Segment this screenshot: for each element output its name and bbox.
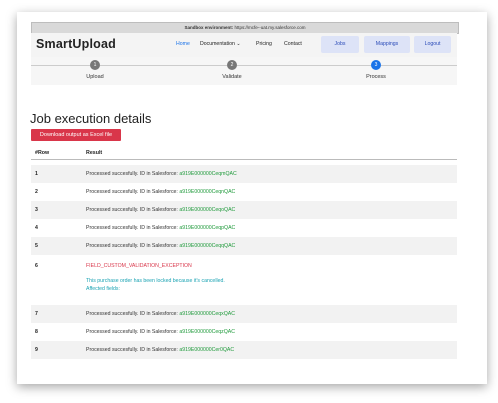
navbar: SmartUpload Home Documentation ⌄ Pricing… bbox=[31, 33, 457, 57]
page-title: Job execution details bbox=[30, 111, 152, 126]
result-text: Processed succesfully. ID in Salesforce: bbox=[86, 347, 178, 353]
nav-contact[interactable]: Contact bbox=[284, 41, 302, 47]
table-row-error: 6 FIELD_CUSTOM_VALIDATION_EXCEPTION This… bbox=[31, 255, 457, 305]
sandbox-url: https://mcfe--uat.my.salesforce.com bbox=[234, 25, 306, 30]
row-result: Processed succesfully. ID in Salesforce:… bbox=[86, 225, 235, 231]
error-affected-fields: Affected fields: bbox=[86, 286, 120, 292]
table-row: 1 Processed succesfully. ID in Salesforc… bbox=[31, 165, 457, 183]
step-3-label: Process bbox=[366, 74, 386, 80]
row-number: 8 bbox=[35, 329, 38, 335]
row-result: Processed succesfully. ID in Salesforce:… bbox=[86, 311, 235, 317]
nav-pricing[interactable]: Pricing bbox=[256, 41, 272, 47]
table-row: 9 Processed succesfully. ID in Salesforc… bbox=[31, 341, 457, 359]
step-2-circle: 2 bbox=[227, 60, 237, 70]
step-line bbox=[381, 65, 457, 66]
mappings-button[interactable]: Mappings bbox=[364, 36, 410, 53]
column-header-row: #Row bbox=[35, 150, 50, 156]
step-3-circle: 3 bbox=[371, 60, 381, 70]
row-number: 9 bbox=[35, 347, 38, 353]
result-text: Processed succesfully. ID in Salesforce: bbox=[86, 329, 178, 335]
row-result: Processed succesfully. ID in Salesforce:… bbox=[86, 347, 234, 353]
nav-documentation[interactable]: Documentation ⌄ bbox=[200, 41, 241, 47]
step-2-label: Validate bbox=[222, 74, 242, 80]
download-excel-button[interactable]: Download output as Excel file bbox=[31, 129, 121, 141]
salesforce-id-link[interactable]: a919E000000CeqxQAC bbox=[179, 311, 235, 317]
result-text: Processed succesfully. ID in Salesforce: bbox=[86, 243, 178, 249]
salesforce-id-link[interactable]: a919E000000CeqmQAC bbox=[179, 171, 236, 177]
result-text: Processed succesfully. ID in Salesforce: bbox=[86, 311, 178, 317]
step-line bbox=[31, 65, 90, 66]
chevron-down-icon: ⌄ bbox=[236, 41, 241, 47]
salesforce-id-link[interactable]: a919E000000Cer0QAC bbox=[179, 347, 234, 353]
nav-home[interactable]: Home bbox=[176, 41, 190, 47]
table-row: 5 Processed succesfully. ID in Salesforc… bbox=[31, 237, 457, 255]
table-row: 3 Processed succesfully. ID in Salesforc… bbox=[31, 201, 457, 219]
salesforce-id-link[interactable]: a919E000000CeqzQAC bbox=[179, 329, 235, 335]
error-message: This purchase order has been locked beca… bbox=[86, 278, 225, 284]
row-result: Processed succesfully. ID in Salesforce:… bbox=[86, 207, 235, 213]
sandbox-label: Sandbox environment: bbox=[184, 25, 234, 30]
table-row: 2 Processed succesfully. ID in Salesforc… bbox=[31, 183, 457, 201]
result-text: Processed succesfully. ID in Salesforce: bbox=[86, 207, 178, 213]
brand-logo[interactable]: SmartUpload bbox=[36, 37, 116, 51]
error-code: FIELD_CUSTOM_VALIDATION_EXCEPTION bbox=[86, 263, 192, 269]
logout-button[interactable]: Logout bbox=[414, 36, 451, 53]
step-1-label: Upload bbox=[86, 74, 104, 80]
progress-stepper: 1 2 3 Upload Validate Process bbox=[31, 57, 457, 85]
table-row: 4 Processed succesfully. ID in Salesforc… bbox=[31, 219, 457, 237]
row-result: Processed succesfully. ID in Salesforce:… bbox=[86, 243, 235, 249]
row-result: Processed succesfully. ID in Salesforce:… bbox=[86, 171, 237, 177]
salesforce-id-link[interactable]: a919E000000CeqpQAC bbox=[179, 225, 235, 231]
result-text: Processed succesfully. ID in Salesforce: bbox=[86, 189, 178, 195]
result-text: Processed succesfully. ID in Salesforce: bbox=[86, 171, 178, 177]
table-header: #Row Result bbox=[31, 147, 457, 160]
step-1-circle: 1 bbox=[90, 60, 100, 70]
salesforce-id-link[interactable]: a919E000000CeqqQAC bbox=[179, 243, 235, 249]
step-line bbox=[237, 65, 371, 66]
table-row: 8 Processed succesfully. ID in Salesforc… bbox=[31, 323, 457, 341]
row-result: Processed succesfully. ID in Salesforce:… bbox=[86, 189, 235, 195]
row-number: 7 bbox=[35, 311, 38, 317]
salesforce-id-link[interactable]: a919E000000CeqoQAC bbox=[179, 207, 235, 213]
salesforce-id-link[interactable]: a919E000000CeqnQAC bbox=[179, 189, 235, 195]
row-result: Processed succesfully. ID in Salesforce:… bbox=[86, 329, 235, 335]
jobs-button[interactable]: Jobs bbox=[321, 36, 359, 53]
row-number: 1 bbox=[35, 171, 38, 177]
row-number: 6 bbox=[35, 263, 38, 269]
row-number: 3 bbox=[35, 207, 38, 213]
nav-documentation-label: Documentation bbox=[200, 41, 235, 47]
result-text: Processed succesfully. ID in Salesforce: bbox=[86, 225, 178, 231]
row-number: 4 bbox=[35, 225, 38, 231]
row-number: 2 bbox=[35, 189, 38, 195]
step-line bbox=[100, 65, 227, 66]
row-number: 5 bbox=[35, 243, 38, 249]
table-row: 7 Processed succesfully. ID in Salesforc… bbox=[31, 305, 457, 323]
column-header-result: Result bbox=[86, 150, 103, 156]
